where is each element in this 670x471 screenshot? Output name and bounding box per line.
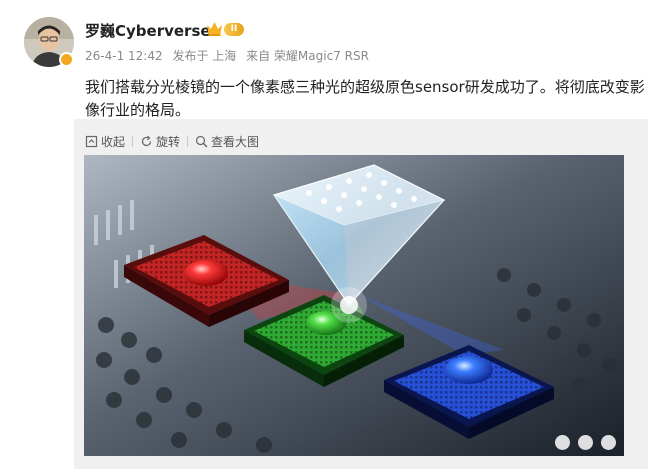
image-control-icon[interactable] xyxy=(601,435,616,450)
toolbar-divider xyxy=(132,135,134,147)
level-badge: II xyxy=(224,23,244,36)
collapse-button[interactable]: 收起 xyxy=(85,133,125,150)
username[interactable]: 罗巍Cyberverse xyxy=(85,20,211,41)
post-device: 来自 荣耀Magic7 RSR xyxy=(246,49,369,63)
zoom-icon xyxy=(195,135,208,147)
rotate-button[interactable]: 旋转 xyxy=(140,133,180,150)
rotate-icon xyxy=(141,135,152,146)
sensor-prism-image xyxy=(84,155,624,456)
collapse-label: 收起 xyxy=(101,134,126,149)
rotate-label: 旋转 xyxy=(156,134,181,149)
verified-badge-icon xyxy=(59,52,74,67)
view-large-button[interactable]: 查看大图 xyxy=(195,133,259,150)
media-toolbar: 收起 旋转 查看大图 xyxy=(85,130,265,152)
post-image[interactable] xyxy=(84,155,624,456)
view-large-label: 查看大图 xyxy=(211,134,260,149)
post-time[interactable]: 26-4-1 12:42 xyxy=(85,49,163,63)
image-corner-controls xyxy=(555,435,616,450)
post-meta: 26-4-1 12:42 发布于 上海 来自 荣耀Magic7 RSR xyxy=(85,47,375,64)
post-text: 我们搭载分光棱镜的一个像素感三种光的超级原色sensor研发成功了。将彻底改变影… xyxy=(85,78,645,119)
image-control-icon[interactable] xyxy=(555,435,570,450)
image-control-icon[interactable] xyxy=(578,435,593,450)
toolbar-divider xyxy=(187,135,189,147)
post-location: 发布于 上海 xyxy=(172,49,237,63)
collapse-icon xyxy=(85,135,98,147)
crown-icon xyxy=(207,22,222,36)
